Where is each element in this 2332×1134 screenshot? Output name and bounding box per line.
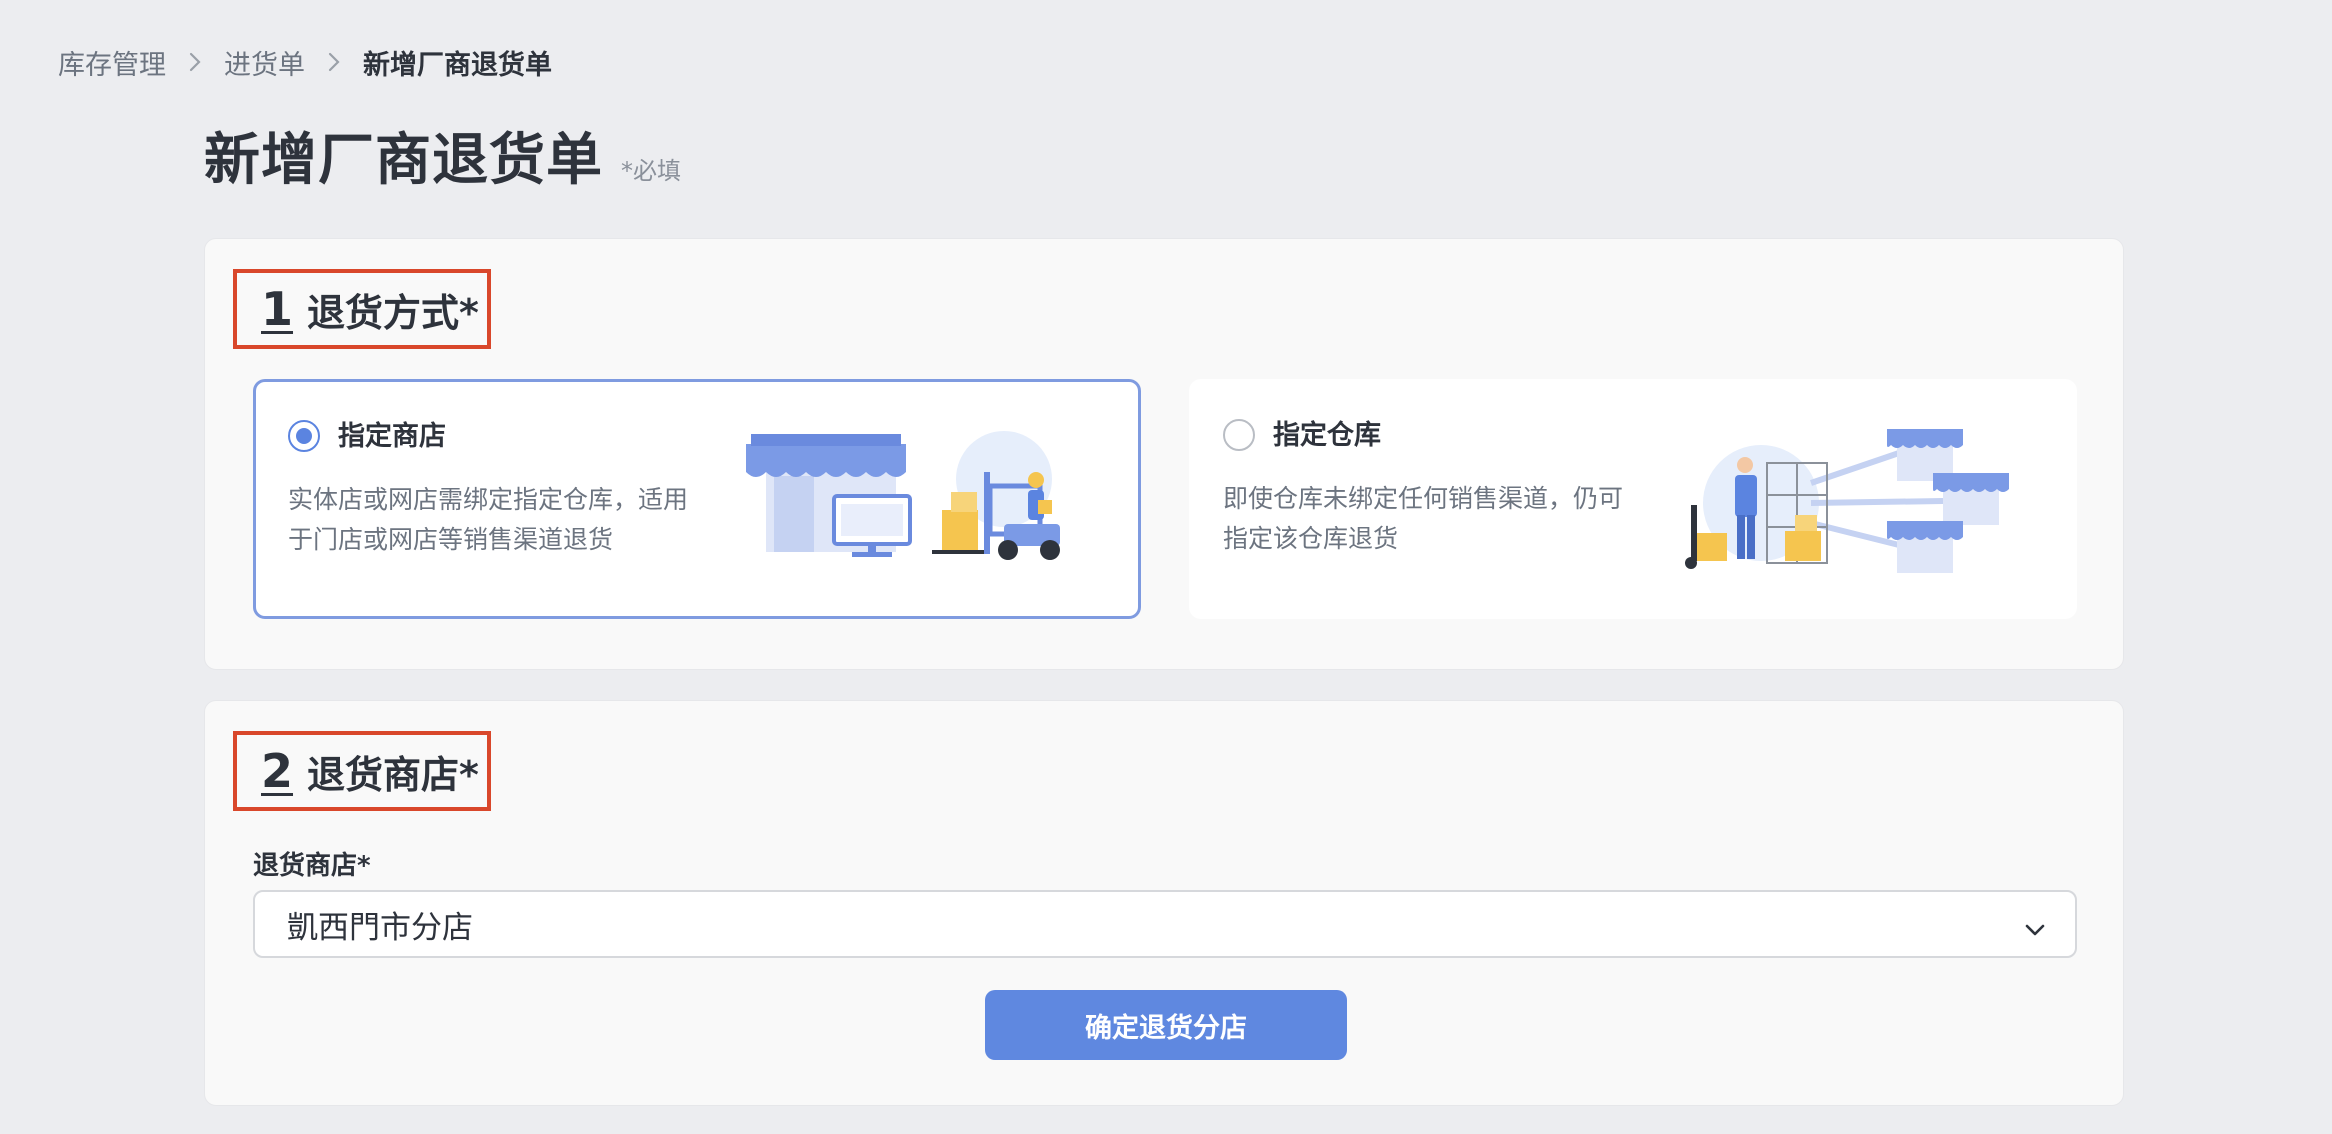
option-label: 指定商店 [338,421,446,452]
warehouse-distribution-illustration-icon [1681,423,2021,587]
option-card-designated-warehouse[interactable]: 指定仓库 即使仓库未绑定任何销售渠道，仍可指定该仓库退货 [1189,379,2077,619]
chevron-right-icon [188,51,202,73]
chevron-down-icon [2023,914,2047,950]
section-header-return-store: 2 退货商店* [233,731,491,811]
breadcrumb-current: 新增厂商退货单 [363,49,552,81]
option-label: 指定仓库 [1273,420,1381,451]
option-card-designated-store[interactable]: 指定商店 实体店或网店需绑定指定仓库，适用于门店或网店等销售渠道退货 [253,379,1141,619]
confirm-return-store-button[interactable]: 确定退货分店 [985,990,1347,1060]
option-description: 即使仓库未绑定任何销售渠道，仍可指定该仓库退货 [1223,484,1624,553]
page: 库存管理 进货单 新增厂商退货单 新增厂商退货单 *必填 1 退货方式* 指定商… [0,0,2332,1134]
store-forklift-illustration-icon [746,424,1086,578]
breadcrumb-purchase-order[interactable]: 进货单 [224,43,305,82]
option-description: 实体店或网店需绑定指定仓库，适用于门店或网店等销售渠道退货 [288,485,689,554]
chevron-right-icon [327,51,341,73]
return-store-select[interactable]: 凱西門市分店 [253,890,2077,958]
required-hint: *必填 [621,157,681,185]
return-store-selected-value: 凱西門市分店 [287,909,473,946]
section-header-return-method: 1 退货方式* [233,269,491,349]
radio-designated-warehouse[interactable] [1223,419,1255,451]
breadcrumb: 库存管理 进货单 新增厂商退货单 [58,42,552,82]
section-title: 退货商店* [307,752,479,797]
page-title: 新增厂商退货单 [204,128,603,193]
section-number: 2 [261,744,294,798]
return-store-field-label: 退货商店* [253,851,371,881]
section-number: 1 [261,282,294,336]
return-store-panel: 2 退货商店* 退货商店* 凱西門市分店 确定退货分店 [204,700,2124,1106]
radio-designated-store[interactable] [288,420,320,452]
title-row: 新增厂商退货单 *必填 [204,115,681,196]
return-method-panel: 1 退货方式* 指定商店 实体店或网店需绑定指定仓库，适用于门店或网店等销售渠道… [204,238,2124,670]
breadcrumb-inventory[interactable]: 库存管理 [58,43,166,82]
section-title: 退货方式* [307,290,479,335]
